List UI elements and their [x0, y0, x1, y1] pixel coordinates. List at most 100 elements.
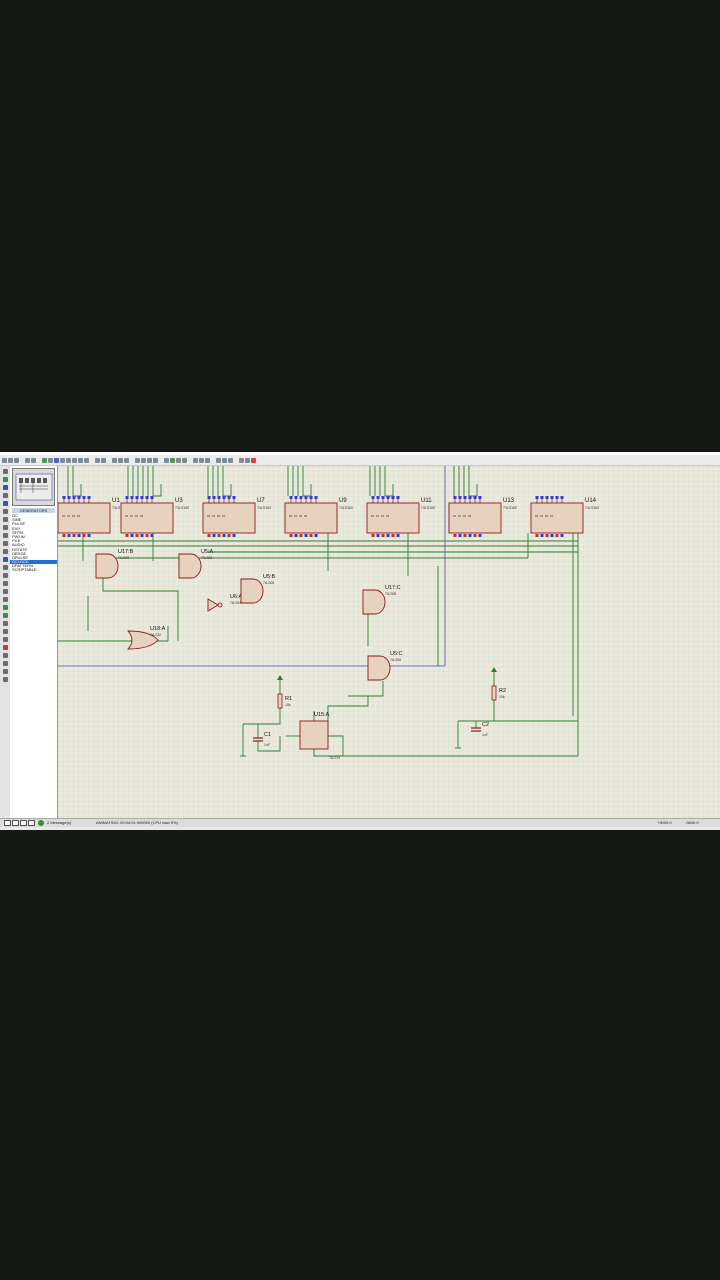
- pin-state-marker: [371, 534, 375, 537]
- counter-ref: U11: [421, 498, 432, 504]
- generator-item[interactable]: SCRIPTABLE: [10, 568, 57, 572]
- block-move-icon[interactable]: [141, 457, 146, 463]
- pin-state-marker: [478, 496, 482, 499]
- block-copy-icon[interactable]: [135, 457, 140, 463]
- schematic-canvas[interactable]: D0 D1 D2 D3 U1 74LS160 D0 D1 D2 D3 U3 74LS160 D0 D1 D2…: [57, 466, 720, 818]
- junction-dot-icon[interactable]: [2, 485, 8, 490]
- counter-body: [202, 502, 256, 534]
- pin-state-marker: [82, 496, 86, 499]
- 2d-circle-icon[interactable]: [2, 605, 8, 610]
- 2d-arc-icon[interactable]: [2, 613, 8, 618]
- step-button[interactable]: [12, 820, 19, 826]
- pin-state-marker: [227, 534, 231, 537]
- new-file-icon[interactable]: [2, 457, 7, 463]
- pin-state-marker: [386, 496, 390, 499]
- 2d-text-icon[interactable]: [2, 629, 8, 634]
- selection-mode-icon[interactable]: [2, 469, 8, 474]
- print-icon[interactable]: [25, 457, 30, 463]
- paste-icon[interactable]: [124, 457, 129, 463]
- current-probe-icon[interactable]: [2, 573, 8, 578]
- pin-state-marker: [463, 534, 467, 537]
- toolbar-separator: [234, 458, 238, 463]
- decompose-icon[interactable]: [182, 457, 187, 463]
- zoom-all-icon[interactable]: [78, 457, 83, 463]
- property-tool-icon[interactable]: [205, 457, 210, 463]
- crosshair-icon[interactable]: [54, 457, 59, 463]
- generator-mode-icon[interactable]: [2, 557, 8, 562]
- text-script-icon[interactable]: [2, 501, 8, 506]
- pause-button[interactable]: [20, 820, 27, 826]
- rotate-clockwise-icon[interactable]: [2, 653, 8, 658]
- 2d-symbol-icon[interactable]: [2, 637, 8, 642]
- zoom-out-icon[interactable]: [72, 457, 77, 463]
- mirror-y-icon[interactable]: [2, 677, 8, 682]
- graph-mode-icon[interactable]: [2, 541, 8, 546]
- make-device-icon[interactable]: [170, 457, 175, 463]
- grid-icon[interactable]: [42, 457, 47, 463]
- pin-state-marker: [222, 496, 226, 499]
- block-delete-icon[interactable]: [153, 457, 158, 463]
- netlist-to-ares-icon[interactable]: [251, 457, 256, 463]
- play-button[interactable]: [4, 820, 11, 826]
- zoom-area-icon[interactable]: [84, 457, 89, 463]
- virtual-instruments-icon[interactable]: [2, 581, 8, 586]
- counter-body: [530, 502, 584, 534]
- package-tool-icon[interactable]: [176, 457, 181, 463]
- generator-list[interactable]: DC SINE PULSE EXP SFFM PWLIN FILE AUDIO DSTATE DE…: [10, 513, 57, 573]
- pan-icon[interactable]: [60, 457, 65, 463]
- pin-state-marker: [309, 534, 313, 537]
- buses-icon[interactable]: [2, 509, 8, 514]
- zoom-in-icon[interactable]: [66, 457, 71, 463]
- gate-part: 74LS08: [385, 592, 396, 596]
- 2d-line-icon[interactable]: [2, 589, 8, 594]
- search-tag-icon[interactable]: [199, 457, 204, 463]
- device-pins-icon[interactable]: [2, 533, 8, 538]
- 2d-path-icon[interactable]: [2, 621, 8, 626]
- capacitor-ref: C2: [482, 722, 489, 728]
- pick-device-icon[interactable]: [164, 457, 169, 463]
- pin-state-marker: [473, 534, 477, 537]
- stop-button[interactable]: [28, 820, 35, 826]
- messages-count[interactable]: 2 Message(s): [47, 819, 71, 827]
- open-file-icon[interactable]: [8, 457, 13, 463]
- electrical-rules-icon[interactable]: [245, 457, 250, 463]
- counter-body: [57, 502, 111, 534]
- voltage-probe-icon[interactable]: [2, 565, 8, 570]
- gate-part: 74LS08: [118, 556, 129, 560]
- overview-window[interactable]: [12, 468, 55, 506]
- exit-to-parent-icon[interactable]: [228, 457, 233, 463]
- resistor-value: 10k: [285, 703, 291, 707]
- pin-state-marker: [381, 534, 385, 537]
- save-icon[interactable]: [14, 457, 19, 463]
- mirror-x-icon[interactable]: [2, 669, 8, 674]
- cut-icon[interactable]: [112, 457, 117, 463]
- and-gate-body: [367, 655, 391, 681]
- coordinate-y: -3600.0: [685, 820, 699, 825]
- and-gate-body: [362, 589, 386, 615]
- gate-ref: U18:A: [150, 626, 166, 632]
- toolbar-separator: [20, 458, 24, 463]
- copy-icon[interactable]: [118, 457, 123, 463]
- wire-autorouter-icon[interactable]: [193, 457, 198, 463]
- terminals-icon[interactable]: [2, 525, 8, 530]
- rotate-anticlockwise-icon[interactable]: [2, 661, 8, 666]
- 2d-marker-icon[interactable]: [2, 645, 8, 650]
- block-rotate-icon[interactable]: [147, 457, 152, 463]
- capacitor-value: 1nF: [482, 733, 488, 737]
- and-gate-body: [178, 553, 202, 579]
- new-sheet-icon[interactable]: [216, 457, 221, 463]
- bill-of-materials-icon[interactable]: [239, 457, 244, 463]
- pin-state-marker: [560, 534, 564, 537]
- undo-icon[interactable]: [95, 457, 100, 463]
- subcircuit-icon[interactable]: [2, 517, 8, 522]
- component-mode-icon[interactable]: [2, 477, 8, 482]
- tape-recorder-icon[interactable]: [2, 549, 8, 554]
- area-icon[interactable]: [31, 457, 36, 463]
- message-status-icon: [38, 820, 44, 826]
- redo-icon[interactable]: [101, 457, 106, 463]
- wire-label-icon[interactable]: [2, 493, 8, 498]
- 2d-box-icon[interactable]: [2, 597, 8, 602]
- origin-icon[interactable]: [48, 457, 53, 463]
- remove-sheet-icon[interactable]: [222, 457, 227, 463]
- pin-state-marker: [72, 496, 76, 499]
